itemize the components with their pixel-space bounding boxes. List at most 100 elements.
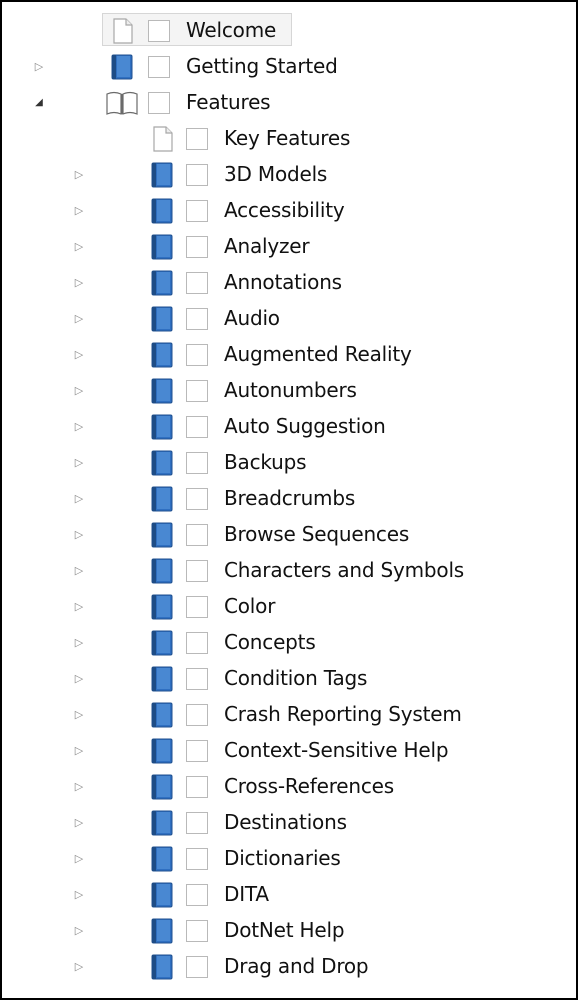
- book-closed-icon: [148, 414, 176, 440]
- item-checkbox[interactable]: [186, 164, 208, 186]
- expand-arrow-icon[interactable]: ▷: [72, 768, 86, 804]
- item-checkbox[interactable]: [186, 704, 208, 726]
- tree-item[interactable]: ▷ Augmented Reality: [2, 336, 576, 372]
- expand-arrow-icon[interactable]: ▷: [72, 516, 86, 552]
- tree-item[interactable]: ▷ Cross-References: [2, 768, 576, 804]
- tree-item[interactable]: ▷ Condition Tags: [2, 660, 576, 696]
- tree-item-label: Auto Suggestion: [224, 414, 386, 438]
- book-closed-icon: [148, 270, 176, 296]
- book-open-icon: [105, 90, 138, 115]
- tree-item[interactable]: ▷ Color: [2, 588, 576, 624]
- tree-item[interactable]: ▷ Accessibility: [2, 192, 576, 228]
- book-closed-icon: [148, 450, 176, 476]
- item-checkbox[interactable]: [186, 776, 208, 798]
- expand-arrow-icon[interactable]: ▷: [72, 336, 86, 372]
- expand-arrow-icon[interactable]: ▷: [72, 192, 86, 228]
- tree-item[interactable]: ▷ Dictionaries: [2, 840, 576, 876]
- item-checkbox[interactable]: [186, 596, 208, 618]
- item-checkbox[interactable]: [186, 848, 208, 870]
- tree-item-label: Analyzer: [224, 234, 310, 258]
- expand-arrow-icon[interactable]: ▷: [72, 876, 86, 912]
- expand-arrow-icon[interactable]: ▷: [72, 408, 86, 444]
- item-checkbox[interactable]: [186, 416, 208, 438]
- expand-arrow-icon[interactable]: ▷: [72, 156, 86, 192]
- book-closed-icon: [148, 630, 176, 656]
- expand-arrow-icon[interactable]: ▷: [72, 948, 86, 984]
- item-checkbox[interactable]: [186, 560, 208, 582]
- expand-arrow-icon[interactable]: ▷: [72, 300, 86, 336]
- expand-arrow-icon[interactable]: ▷: [72, 228, 86, 264]
- item-checkbox[interactable]: [186, 524, 208, 546]
- item-checkbox[interactable]: [186, 884, 208, 906]
- item-checkbox[interactable]: [186, 380, 208, 402]
- tree-item[interactable]: ▷ Drag and Drop: [2, 948, 576, 984]
- expand-arrow-icon[interactable]: ▷: [72, 660, 86, 696]
- tree-item[interactable]: ▷ Annotations: [2, 264, 576, 300]
- book-closed-icon: [148, 882, 176, 908]
- collapse-arrow-icon[interactable]: ◢: [32, 84, 46, 120]
- tree-item[interactable]: ▷ Getting Started: [2, 48, 576, 84]
- book-closed-icon: [148, 522, 176, 548]
- tree-item[interactable]: ▷ DITA: [2, 876, 576, 912]
- item-checkbox[interactable]: [186, 272, 208, 294]
- expand-arrow-icon[interactable]: ▷: [72, 444, 86, 480]
- item-checkbox[interactable]: [148, 92, 170, 114]
- expand-arrow-icon[interactable]: ▷: [72, 480, 86, 516]
- expand-arrow-icon[interactable]: ▷: [72, 588, 86, 624]
- item-checkbox[interactable]: [186, 344, 208, 366]
- item-checkbox[interactable]: [186, 632, 208, 654]
- expand-arrow-icon[interactable]: ▷: [72, 732, 86, 768]
- expand-arrow-icon[interactable]: ▷: [72, 804, 86, 840]
- tree-item-label: Browse Sequences: [224, 522, 410, 546]
- item-checkbox[interactable]: [186, 668, 208, 690]
- tree-item[interactable]: ▷ Characters and Symbols: [2, 552, 576, 588]
- tree-item[interactable]: ▷ Analyzer: [2, 228, 576, 264]
- expand-arrow-icon[interactable]: ▷: [72, 264, 86, 300]
- tree-item-label: Augmented Reality: [224, 342, 412, 366]
- tree-item-label: Annotations: [224, 270, 342, 294]
- tree-item[interactable]: ▷ Destinations: [2, 804, 576, 840]
- book-closed-icon: [148, 234, 176, 260]
- item-checkbox[interactable]: [186, 200, 208, 222]
- book-closed-icon: [148, 306, 176, 332]
- expand-arrow-icon[interactable]: ▷: [72, 840, 86, 876]
- page-icon: [148, 126, 176, 152]
- tree-item-label: Drag and Drop: [224, 954, 369, 978]
- tree-item-label: Condition Tags: [224, 666, 368, 690]
- tree-item[interactable]: Welcome: [2, 12, 576, 48]
- item-checkbox[interactable]: [148, 56, 170, 78]
- item-checkbox[interactable]: [186, 452, 208, 474]
- item-checkbox[interactable]: [186, 128, 208, 150]
- book-closed-icon: [148, 918, 176, 944]
- item-checkbox[interactable]: [186, 308, 208, 330]
- tree-item[interactable]: ▷ Crash Reporting System: [2, 696, 576, 732]
- tree-item[interactable]: ▷ Backups: [2, 444, 576, 480]
- book-closed-icon: [148, 594, 176, 620]
- tree-item[interactable]: Key Features: [2, 120, 576, 156]
- item-checkbox[interactable]: [186, 812, 208, 834]
- item-checkbox[interactable]: [186, 488, 208, 510]
- item-checkbox[interactable]: [148, 20, 170, 42]
- tree-item-label: Autonumbers: [224, 378, 357, 402]
- item-checkbox[interactable]: [186, 236, 208, 258]
- item-checkbox[interactable]: [186, 740, 208, 762]
- tree-item[interactable]: ▷ Browse Sequences: [2, 516, 576, 552]
- tree-item-label: Backups: [224, 450, 307, 474]
- expand-arrow-icon[interactable]: ▷: [72, 372, 86, 408]
- item-checkbox[interactable]: [186, 920, 208, 942]
- tree-item[interactable]: ▷ DotNet Help: [2, 912, 576, 948]
- tree-item[interactable]: ◢ Features: [2, 84, 576, 120]
- expand-arrow-icon[interactable]: ▷: [32, 48, 46, 84]
- tree-item[interactable]: ▷ 3D Models: [2, 156, 576, 192]
- tree-item[interactable]: ▷ Concepts: [2, 624, 576, 660]
- tree-item[interactable]: ▷ Audio: [2, 300, 576, 336]
- expand-arrow-icon[interactable]: ▷: [72, 624, 86, 660]
- tree-item[interactable]: ▷ Autonumbers: [2, 372, 576, 408]
- expand-arrow-icon[interactable]: ▷: [72, 552, 86, 588]
- expand-arrow-icon[interactable]: ▷: [72, 696, 86, 732]
- expand-arrow-icon[interactable]: ▷: [72, 912, 86, 948]
- tree-item[interactable]: ▷ Auto Suggestion: [2, 408, 576, 444]
- tree-item[interactable]: ▷ Context-Sensitive Help: [2, 732, 576, 768]
- tree-item-label: Context-Sensitive Help: [224, 738, 449, 762]
- tree-item[interactable]: ▷ Breadcrumbs: [2, 480, 576, 516]
